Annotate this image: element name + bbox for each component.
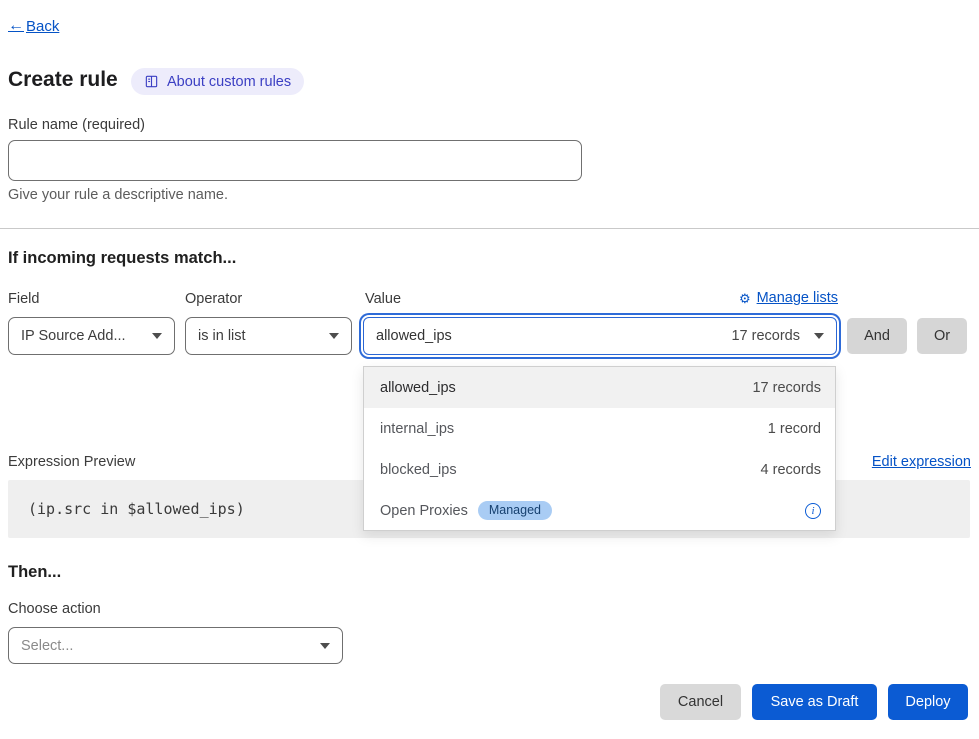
list-option-record-count: 4 records bbox=[761, 462, 821, 478]
rule-name-label: Rule name (required) bbox=[8, 117, 145, 133]
operator-label: Operator bbox=[185, 291, 242, 307]
or-button[interactable]: Or bbox=[917, 318, 967, 354]
edit-expression-link[interactable]: Edit expression bbox=[872, 454, 971, 470]
field-select[interactable]: IP Source Add... bbox=[8, 317, 175, 355]
action-select-placeholder: Select... bbox=[21, 638, 320, 654]
value-select[interactable]: allowed_ips 17 records bbox=[363, 317, 837, 355]
back-arrow-icon: ← bbox=[8, 17, 24, 35]
expression-preview-label: Expression Preview bbox=[8, 454, 135, 470]
field-label: Field bbox=[8, 291, 39, 307]
manage-lists-label: Manage lists bbox=[757, 290, 838, 306]
chevron-down-icon bbox=[329, 333, 339, 339]
operator-select[interactable]: is in list bbox=[185, 317, 352, 355]
chevron-down-icon bbox=[152, 333, 162, 339]
expression-code: (ip.src in $allowed_ips) bbox=[28, 500, 245, 518]
cancel-button[interactable]: Cancel bbox=[660, 684, 741, 720]
choose-action-label: Choose action bbox=[8, 601, 101, 617]
list-option-record-count: 17 records bbox=[752, 380, 821, 396]
list-option-name: allowed_ips bbox=[380, 380, 752, 396]
book-icon bbox=[144, 74, 159, 89]
list-option-name: Open Proxies bbox=[380, 503, 468, 519]
list-option-name: internal_ips bbox=[380, 421, 768, 437]
field-select-value: IP Source Add... bbox=[21, 328, 152, 344]
list-option-internal-ips[interactable]: internal_ips 1 record bbox=[364, 408, 835, 449]
list-option-name: blocked_ips bbox=[380, 462, 761, 478]
list-option-allowed-ips[interactable]: allowed_ips 17 records bbox=[364, 367, 835, 408]
match-section-heading: If incoming requests match... bbox=[8, 249, 236, 268]
then-section-heading: Then... bbox=[8, 563, 61, 582]
chevron-down-icon bbox=[814, 333, 824, 339]
about-badge-label: About custom rules bbox=[167, 74, 291, 90]
list-option-blocked-ips[interactable]: blocked_ips 4 records bbox=[364, 449, 835, 490]
section-divider bbox=[0, 228, 979, 229]
list-option-record-count: 1 record bbox=[768, 421, 821, 437]
value-select-record-count: 17 records bbox=[731, 328, 800, 344]
value-select-value: allowed_ips bbox=[376, 328, 731, 344]
and-button[interactable]: And bbox=[847, 318, 907, 354]
create-rule-page: ←Back Create rule About custom rules Rul… bbox=[0, 0, 979, 739]
gear-icon: ⚙ bbox=[739, 292, 751, 305]
back-link-label: Back bbox=[26, 18, 59, 35]
value-label: Value bbox=[365, 291, 401, 307]
about-custom-rules-badge[interactable]: About custom rules bbox=[131, 68, 304, 95]
rule-name-helper-text: Give your rule a descriptive name. bbox=[8, 187, 228, 203]
deploy-button[interactable]: Deploy bbox=[888, 684, 968, 720]
info-icon[interactable] bbox=[805, 503, 821, 519]
action-select[interactable]: Select... bbox=[8, 627, 343, 664]
operator-select-value: is in list bbox=[198, 328, 329, 344]
managed-badge: Managed bbox=[478, 501, 552, 520]
list-option-open-proxies[interactable]: Open Proxies Managed bbox=[364, 490, 835, 531]
manage-lists-link[interactable]: ⚙ Manage lists bbox=[739, 290, 838, 306]
value-dropdown-panel: allowed_ips 17 records internal_ips 1 re… bbox=[363, 366, 836, 531]
save-as-draft-button[interactable]: Save as Draft bbox=[752, 684, 877, 720]
back-link[interactable]: ←Back bbox=[8, 17, 59, 35]
chevron-down-icon bbox=[320, 643, 330, 649]
page-title: Create rule bbox=[8, 68, 118, 92]
rule-name-input[interactable] bbox=[8, 140, 582, 181]
